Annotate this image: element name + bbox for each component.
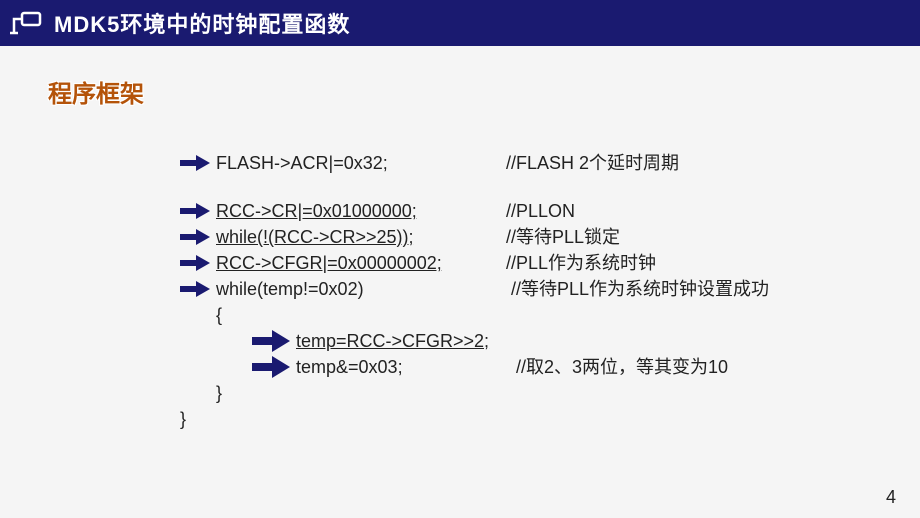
arrow-icon — [252, 356, 296, 378]
page-number: 4 — [886, 487, 896, 508]
code-line-2: RCC->CR|=0x01000000; //PLLON — [180, 198, 769, 224]
arrow-icon — [180, 155, 216, 171]
slide-subtitle: 程序框架 — [48, 74, 920, 109]
brace-open: { — [180, 302, 769, 328]
arrow-icon — [180, 203, 216, 219]
code-text: while(!(RCC->CR>>25)); — [216, 224, 506, 250]
code-line-5: while(temp!=0x02) //等待PLL作为系统时钟设置成功 — [180, 276, 769, 302]
slide-header: MDK5环境中的时钟配置函数 — [0, 0, 920, 46]
outer-brace-close: } — [180, 406, 769, 432]
code-text: RCC->CFGR|=0x00000002; — [216, 250, 506, 276]
comment-text: //等待PLL锁定 — [506, 224, 620, 250]
code-text: RCC->CR|=0x01000000; — [216, 198, 506, 224]
code-line-7: temp&=0x03; //取2、3两位，等其变为10 — [180, 354, 769, 380]
slide-title: MDK5环境中的时钟配置函数 — [54, 7, 350, 39]
arrow-icon — [180, 229, 216, 245]
brace-close: } — [180, 380, 769, 406]
comment-text: //PLL作为系统时钟 — [506, 250, 656, 276]
arrow-icon — [180, 255, 216, 271]
code-line-1: FLASH->ACR|=0x32; //FLASH 2个延时周期 — [180, 150, 769, 176]
comment-text: //等待PLL作为系统时钟设置成功 — [506, 276, 769, 302]
comment-text: //取2、3两位，等其变为10 — [516, 354, 728, 380]
code-text: FLASH->ACR|=0x32; — [216, 150, 506, 176]
header-icon — [8, 9, 44, 37]
code-line-3: while(!(RCC->CR>>25)); //等待PLL锁定 — [180, 224, 769, 250]
code-text: temp=RCC->CFGR>>2; — [296, 328, 516, 354]
code-line-4: RCC->CFGR|=0x00000002; //PLL作为系统时钟 — [180, 250, 769, 276]
comment-text: //FLASH 2个延时周期 — [506, 150, 679, 176]
code-text: temp&=0x03; — [296, 354, 516, 380]
arrow-icon — [252, 330, 296, 352]
code-block: FLASH->ACR|=0x32; //FLASH 2个延时周期 RCC->CR… — [180, 150, 769, 432]
spacer — [180, 176, 769, 198]
comment-text: //PLLON — [506, 198, 575, 224]
code-line-6: temp=RCC->CFGR>>2; — [180, 328, 769, 354]
arrow-icon — [180, 281, 216, 297]
code-text: while(temp!=0x02) — [216, 276, 506, 302]
